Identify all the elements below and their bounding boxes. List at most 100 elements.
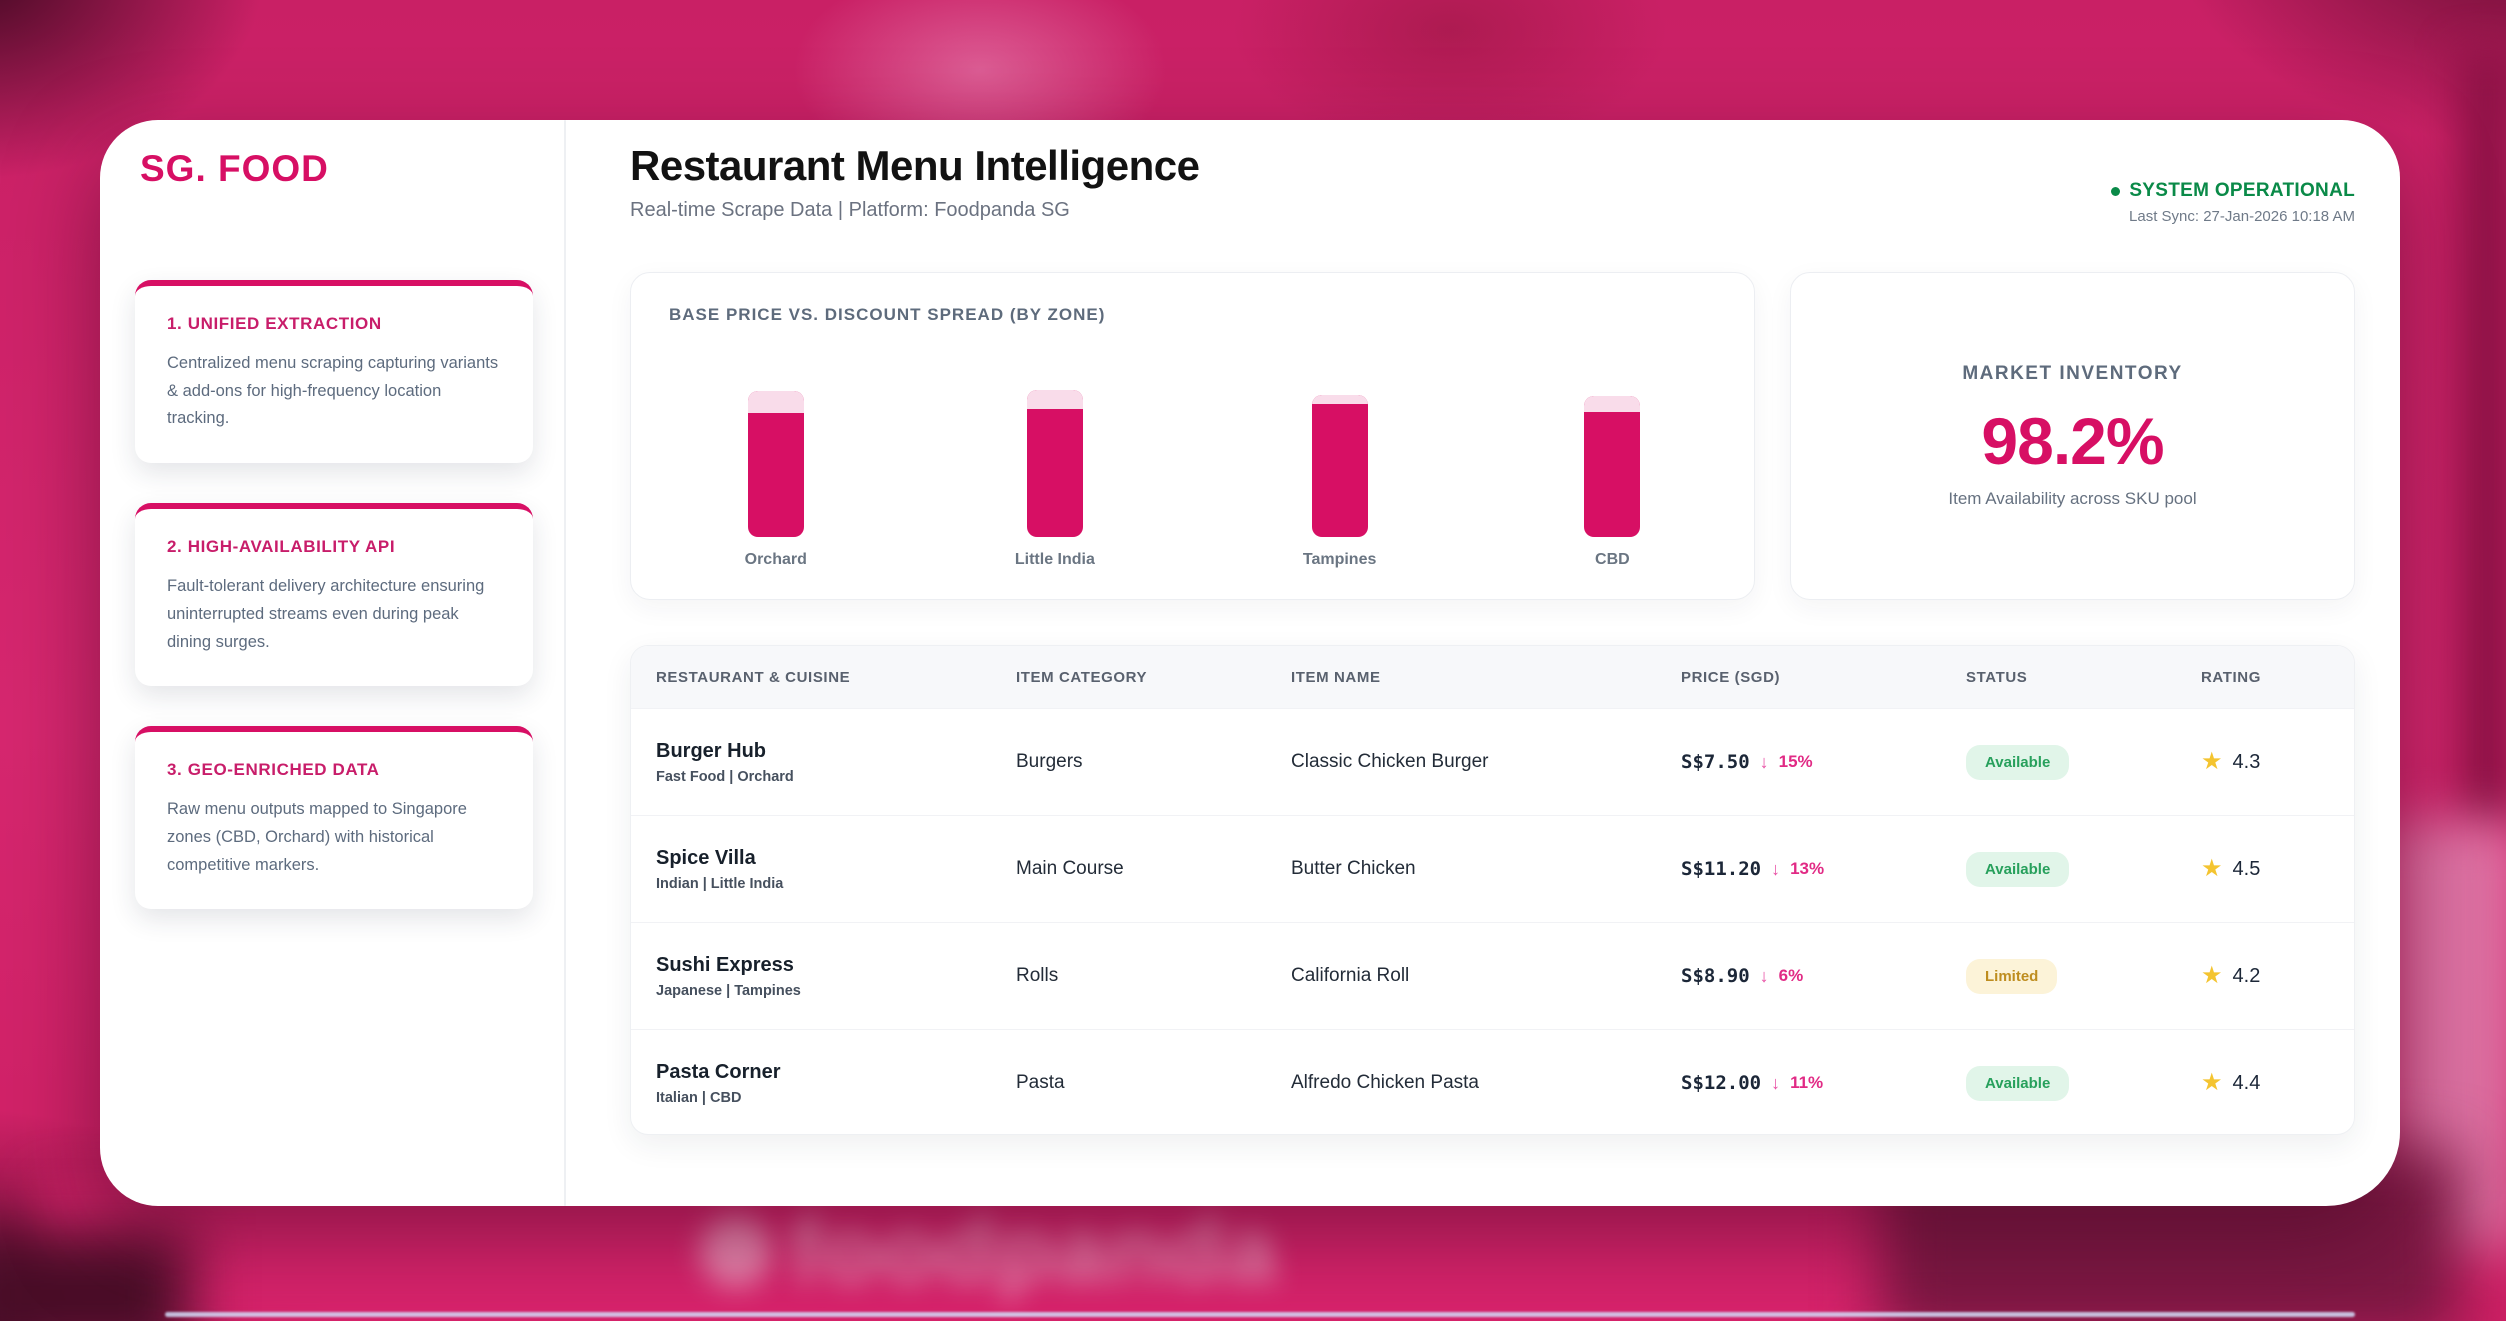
sidebar-feature-cards: 1. UNIFIED EXTRACTION Centralized menu sc…: [135, 280, 533, 909]
price-value: S$8.90: [1681, 965, 1750, 987]
brand-logo: SG. FOOD: [135, 148, 533, 190]
status-label: SYSTEM OPERATIONAL: [2129, 180, 2355, 202]
price-cell: S$7.50↓15%: [1681, 751, 1966, 773]
restaurant-cuisine: Japanese | Tampines: [656, 983, 1016, 999]
last-sync-label: Last Sync: 27-Jan-2026 10:18 AM: [2111, 208, 2355, 225]
item-name-cell: Classic Chicken Burger: [1291, 751, 1681, 773]
rating-cell: ★ 4.5: [2201, 857, 2354, 881]
restaurant-cuisine: Italian | CBD: [656, 1090, 1016, 1106]
chart-title: BASE PRICE VS. DISCOUNT SPREAD (BY ZONE): [669, 305, 1105, 325]
sidebar-card-title: 3. GEO-ENRICHED DATA: [167, 760, 501, 780]
item-name-cell: Alfredo Chicken Pasta: [1291, 1072, 1681, 1094]
summary-panels: BASE PRICE VS. DISCOUNT SPREAD (BY ZONE)…: [630, 272, 2355, 600]
price-value: S$7.50: [1681, 751, 1750, 773]
zone-bars: Orchard Little India Tampines CBD: [631, 390, 1754, 569]
rating-star-icon: ★: [2201, 857, 2223, 881]
price-cell: S$11.20↓13%: [1681, 858, 1966, 880]
rating-value: 4.5: [2233, 858, 2261, 881]
rating-cell: ★ 4.3: [2201, 750, 2354, 774]
item-category-cell: Pasta: [1016, 1072, 1291, 1094]
price-discount: 6%: [1779, 966, 1804, 986]
price-down-arrow-icon: ↓: [1760, 966, 1769, 987]
price-discount: 15%: [1779, 752, 1813, 772]
zone-bar-label: Little India: [1015, 551, 1095, 569]
zone-bar-label: Orchard: [745, 551, 807, 569]
price-discount: 11%: [1790, 1073, 1823, 1093]
restaurant-cuisine: Indian | Little India: [656, 876, 1016, 892]
sidebar: SG. FOOD 1. UNIFIED EXTRACTION Centralize…: [135, 148, 533, 909]
table-column-header: RATING: [2201, 669, 2354, 686]
sidebar-card-body: Raw menu outputs mapped to Singapore zon…: [167, 796, 501, 879]
price-value: S$12.00: [1681, 1072, 1761, 1094]
price-down-arrow-icon: ↓: [1771, 1073, 1780, 1094]
foodpanda-logo-blur: [700, 1215, 772, 1287]
zone-price-chart-panel: BASE PRICE VS. DISCOUNT SPREAD (BY ZONE)…: [630, 272, 1755, 600]
page-title: Restaurant Menu Intelligence: [630, 142, 2355, 190]
zone-bar: [1312, 395, 1368, 537]
table-row: Pasta CornerItalian | CBDPastaAlfredo Ch…: [631, 1029, 2354, 1135]
main-header: Restaurant Menu Intelligence Real-time S…: [630, 142, 2355, 222]
market-inventory-panel: MARKET INVENTORY 98.2% Item Availability…: [1790, 272, 2355, 600]
zone-bar-group: Orchard: [745, 391, 807, 569]
status-cell: Available: [1966, 1066, 2201, 1101]
sidebar-card-title: 2. HIGH-AVAILABILITY API: [167, 537, 501, 557]
status-badge: Available: [1966, 852, 2069, 887]
rating-cell: ★ 4.2: [2201, 964, 2354, 988]
status-badge: Limited: [1966, 959, 2057, 994]
status-dot-icon: [2111, 187, 2120, 196]
page-background: foodpanda SG. FOOD 1. UNIFIED EXTRACTION…: [0, 0, 2506, 1321]
rating-star-icon: ★: [2201, 964, 2223, 988]
status-cell: Available: [1966, 745, 2201, 780]
menu-table: RESTAURANT & CUISINEITEM CATEGORYITEM NA…: [630, 645, 2355, 1135]
rating-value: 4.2: [2233, 965, 2261, 988]
foodpanda-watermark: foodpanda: [790, 1198, 1278, 1303]
system-status: SYSTEM OPERATIONAL Last Sync: 27-Jan-202…: [2111, 180, 2355, 225]
restaurant-name: Spice Villa: [656, 847, 1016, 870]
item-category-cell: Burgers: [1016, 751, 1291, 773]
zone-bar: [1584, 396, 1640, 537]
menu-table-header: RESTAURANT & CUISINEITEM CATEGORYITEM NA…: [631, 646, 2354, 708]
restaurant-cell: Burger HubFast Food | Orchard: [656, 740, 1016, 785]
price-down-arrow-icon: ↓: [1771, 859, 1780, 880]
table-row: Spice VillaIndian | Little IndiaMain Cou…: [631, 815, 2354, 922]
rating-value: 4.3: [2233, 751, 2261, 774]
sidebar-feature-card: 2. HIGH-AVAILABILITY API Fault-tolerant d…: [135, 503, 533, 686]
zone-bar-discount-cap: [1312, 395, 1368, 404]
background-blur-shape: [0, 1230, 190, 1321]
restaurant-cell: Sushi Express Japanese | Tampines: [656, 954, 1016, 999]
zone-bar-group: CBD: [1584, 396, 1640, 569]
inventory-caption: Item Availability across SKU pool: [1948, 489, 2196, 509]
rating-star-icon: ★: [2201, 1071, 2223, 1095]
status-cell: Available: [1966, 852, 2201, 887]
background-bottom-line: [165, 1312, 2355, 1317]
table-row: Sushi ExpressJapanese | TampinesRollsCal…: [631, 922, 2354, 1029]
table-column-header: RESTAURANT & CUISINE: [656, 669, 1016, 686]
price-value: S$11.20: [1681, 858, 1761, 880]
rating-value: 4.4: [2233, 1072, 2261, 1095]
zone-bar: [1027, 390, 1083, 537]
zone-bar-discount-cap: [1027, 390, 1083, 409]
restaurant-name: Burger Hub: [656, 740, 1016, 763]
item-name-cell: California Roll: [1291, 965, 1681, 987]
menu-table-body: Burger HubFast Food | OrchardBurgersClas…: [631, 708, 2354, 1135]
table-row: Burger HubFast Food | OrchardBurgersClas…: [631, 708, 2354, 815]
rating-cell: ★ 4.4: [2201, 1071, 2354, 1095]
sidebar-card-body: Fault-tolerant delivery architecture ens…: [167, 573, 501, 656]
status-badge: Available: [1966, 1066, 2069, 1101]
price-cell: S$12.00 ↓ 11%: [1681, 1072, 1966, 1094]
sidebar-card-body: Centralized menu scraping capturing vari…: [167, 350, 501, 433]
restaurant-name: Sushi Express: [656, 954, 1016, 977]
sidebar-divider: [564, 120, 566, 1206]
table-column-header: STATUS: [1966, 669, 2201, 686]
sidebar-card-title: 1. UNIFIED EXTRACTION: [167, 314, 501, 334]
zone-bar-label: CBD: [1595, 551, 1630, 569]
zone-bar-group: Little India: [1015, 390, 1095, 569]
zone-bar-group: Tampines: [1303, 395, 1377, 569]
sidebar-feature-card: 3. GEO-ENRICHED DATA Raw menu outputs map…: [135, 726, 533, 909]
item-name-cell: Butter Chicken: [1291, 858, 1681, 880]
status-badge: Available: [1966, 745, 2069, 780]
inventory-title: MARKET INVENTORY: [1962, 363, 2182, 385]
rating-star-icon: ★: [2201, 750, 2223, 774]
background-blur-shape: [2458, 50, 2506, 830]
zone-bar: [748, 391, 804, 537]
